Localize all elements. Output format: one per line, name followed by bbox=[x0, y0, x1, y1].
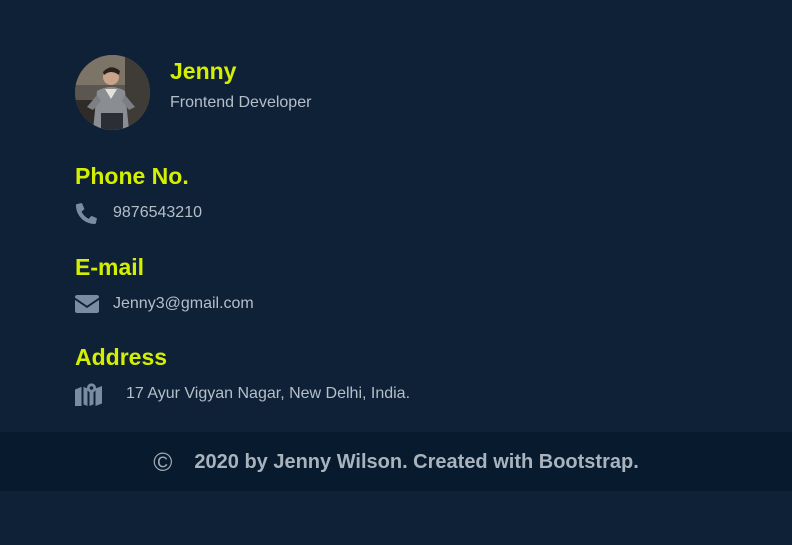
footer-text: 2020 by Jenny Wilson. Created with Boots… bbox=[194, 450, 639, 473]
email-heading: E-mail bbox=[75, 254, 145, 280]
profile-info: Jenny Frontend Developer bbox=[170, 55, 311, 113]
copyright-icon: © bbox=[153, 446, 173, 477]
avatar bbox=[75, 55, 150, 130]
envelope-icon bbox=[75, 295, 113, 313]
email-row: Jenny3@gmail.com bbox=[75, 293, 254, 315]
address-section: Address 17 Ayur Vigyan Nagar, New Delhi,… bbox=[75, 343, 411, 406]
contact-page: Jenny Frontend Developer Phone No. 98765… bbox=[0, 0, 792, 545]
profile-card: Jenny Frontend Developer bbox=[75, 55, 311, 130]
phone-value[interactable]: 9876543210 bbox=[113, 203, 202, 223]
profile-role: Frontend Developer bbox=[170, 94, 312, 111]
phone-heading: Phone No. bbox=[75, 163, 189, 189]
email-value[interactable]: Jenny3@gmail.com bbox=[113, 294, 254, 314]
address-value: 17 Ayur Vigyan Nagar, New Delhi, India. bbox=[126, 385, 411, 402]
address-row: 17 Ayur Vigyan Nagar, New Delhi, India. bbox=[75, 382, 411, 406]
footer: © 2020 by Jenny Wilson. Created with Boo… bbox=[0, 432, 792, 491]
avatar-photo bbox=[75, 55, 150, 130]
email-section: E-mail Jenny3@gmail.com bbox=[75, 253, 254, 315]
phone-icon bbox=[75, 202, 113, 225]
address-heading: Address bbox=[75, 344, 168, 370]
phone-row: 9876543210 bbox=[75, 202, 202, 224]
profile-name: Jenny bbox=[170, 58, 237, 84]
map-icon bbox=[75, 382, 126, 406]
phone-section: Phone No. 9876543210 bbox=[75, 162, 202, 224]
